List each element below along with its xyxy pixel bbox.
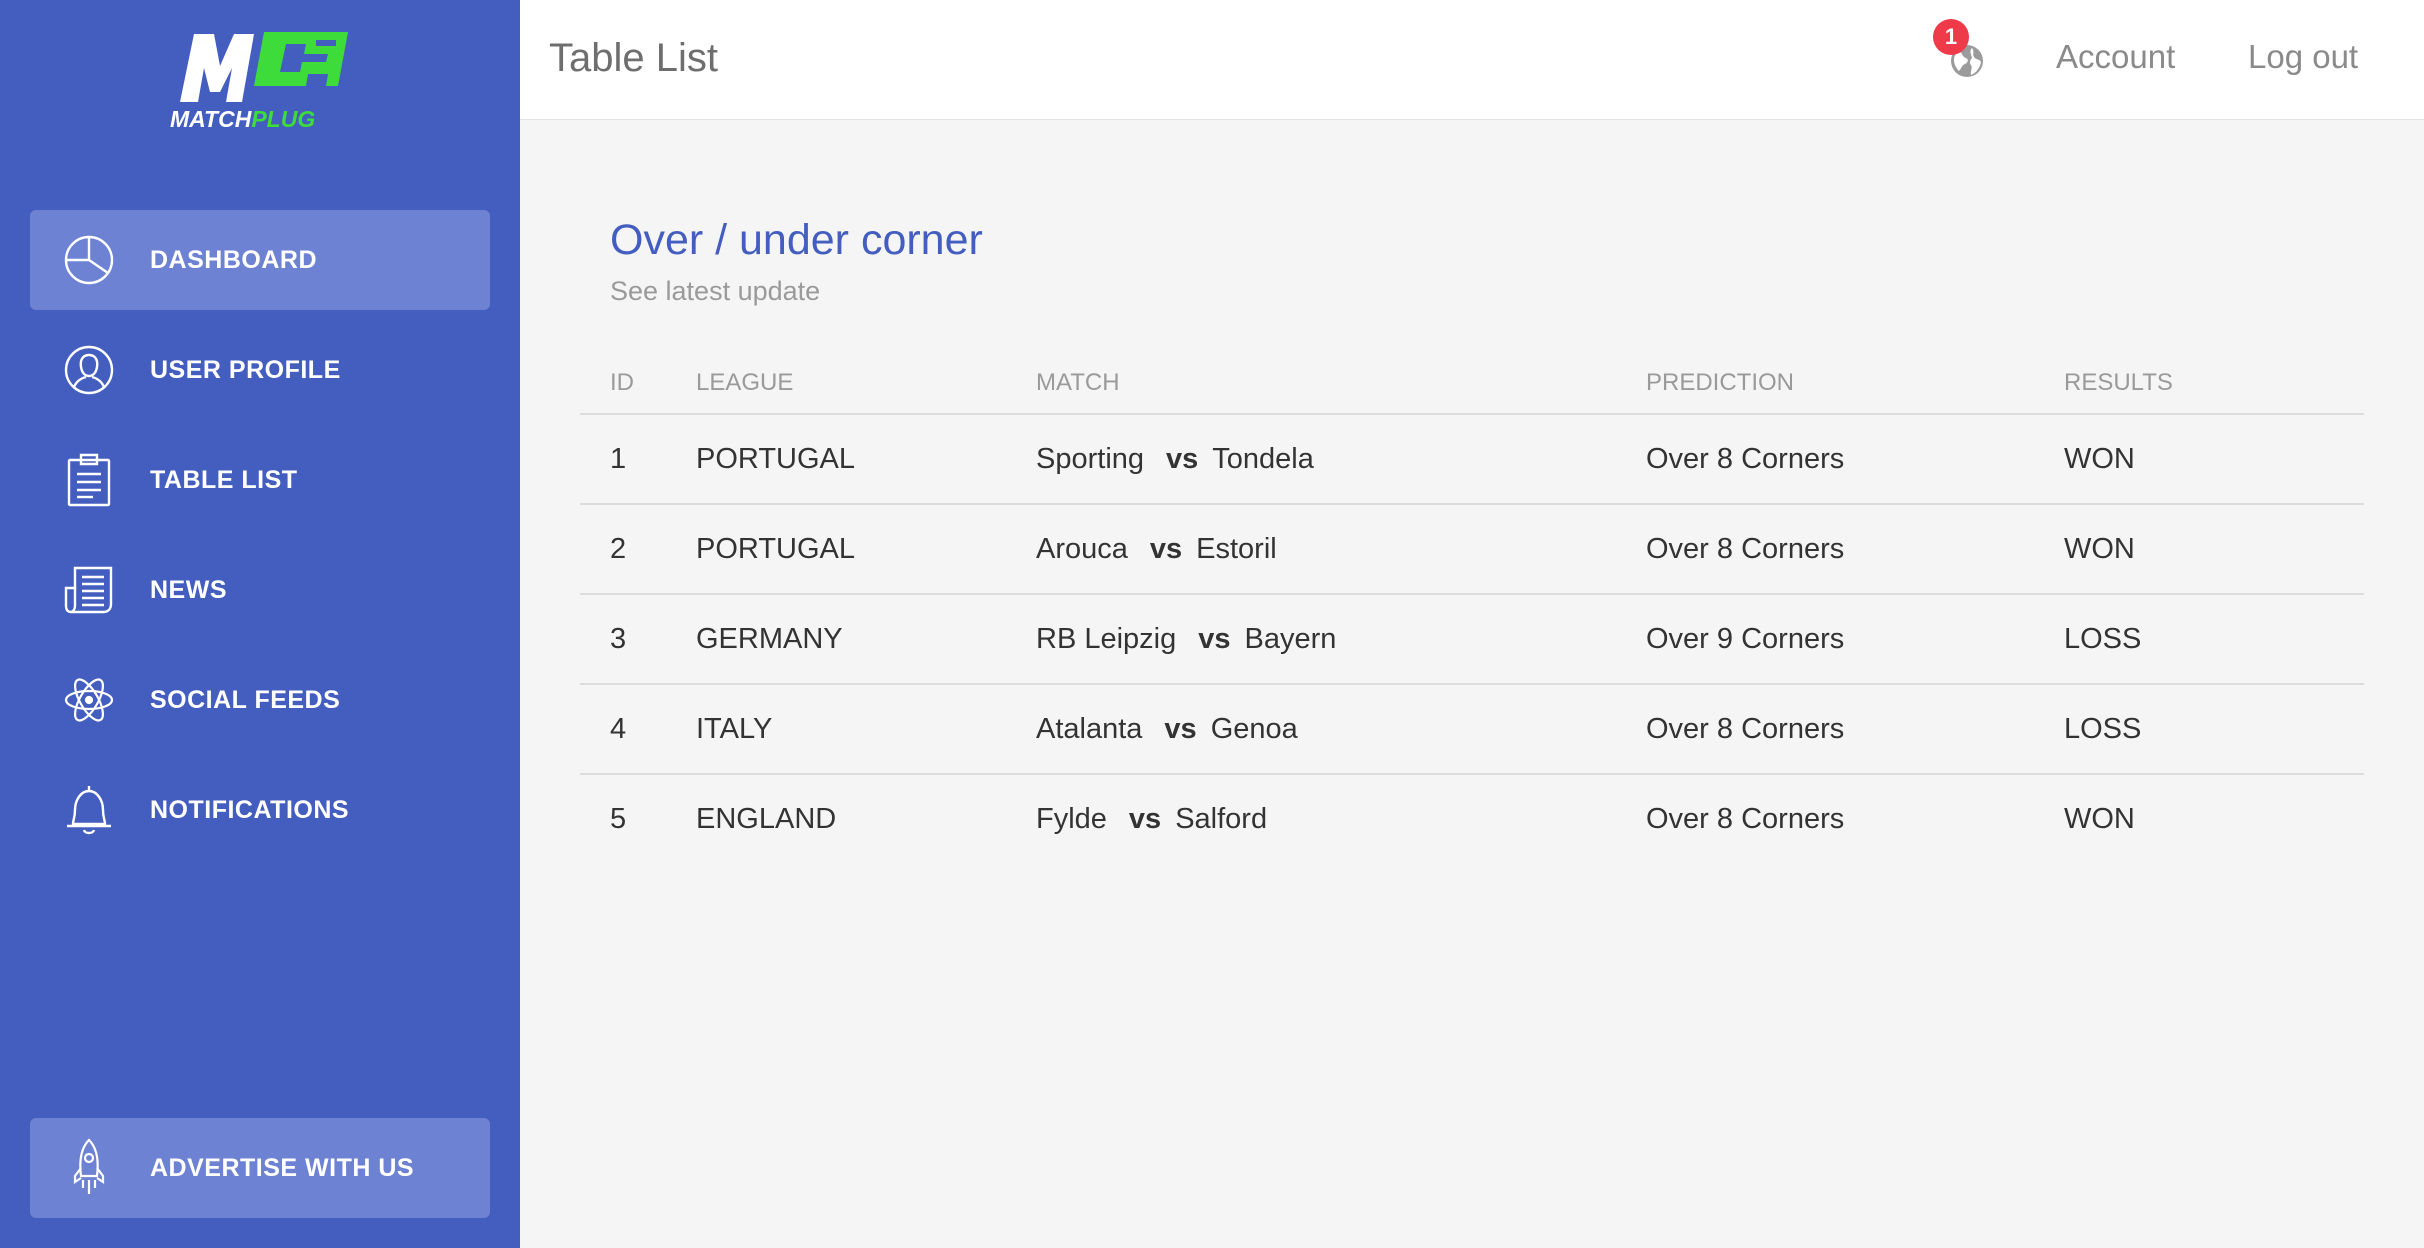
cell-league: GERMANY bbox=[696, 594, 1036, 685]
card-title: Over / under corner bbox=[610, 216, 983, 264]
cell-prediction: Over 8 Corners bbox=[1646, 803, 1845, 835]
sidebar-item-dashboard[interactable]: DASHBOARD bbox=[30, 210, 490, 310]
home-team: Fylde bbox=[1036, 803, 1107, 835]
table-row: 4 ITALY Atalanta vs Genoa Over 8 Corners L… bbox=[580, 684, 2364, 775]
user-icon bbox=[59, 340, 119, 400]
cell-id: 3 bbox=[580, 594, 696, 685]
home-team: Sporting bbox=[1036, 442, 1145, 475]
clipboard-icon bbox=[59, 450, 119, 510]
column-header-prediction: PREDICTION bbox=[1646, 352, 2064, 415]
card-subtitle: See latest update bbox=[610, 276, 821, 306]
cell-id: 4 bbox=[580, 684, 696, 775]
column-header-id: ID bbox=[580, 352, 696, 415]
sidebar-item-label: SOCIAL FEEDS bbox=[150, 685, 341, 714]
sidebar: MATCHPLUG DASHBOARD USER PROFILE TABLE L… bbox=[0, 0, 520, 1248]
matchplug-logo[interactable]: MATCHPLUG bbox=[168, 28, 354, 134]
top-bar: Table List 1 Account Log out bbox=[520, 0, 2424, 120]
cell-prediction: Over 8 Corners bbox=[1646, 684, 2064, 775]
sidebar-item-label: USER PROFILE bbox=[150, 355, 341, 384]
cell-match: Arouca vs Estoril bbox=[1036, 504, 1646, 595]
home-team: Atalanta bbox=[1036, 712, 1143, 745]
vs-label: vs bbox=[1166, 442, 1199, 475]
away-team: Tondela bbox=[1212, 442, 1314, 475]
notification-badge: 1 bbox=[1933, 19, 1969, 55]
vs-label: vs bbox=[1149, 532, 1183, 565]
cell-league: PORTUGAL bbox=[696, 504, 1036, 595]
table-row: 2 PORTUGAL Arouca vs Estoril Over 8 Corner… bbox=[580, 504, 2364, 595]
sidebar-item-label: NOTIFICATIONS bbox=[150, 795, 350, 824]
cell-league: PORTUGAL bbox=[696, 414, 1036, 505]
home-team: Arouca bbox=[1036, 532, 1128, 565]
home-team: RB Leipzig bbox=[1036, 622, 1177, 655]
table-row: 5 ENGLAND Fylde vs Salford Over 8 Corners … bbox=[580, 774, 2364, 864]
column-header-results: RESULTS bbox=[2064, 352, 2364, 415]
away-team: Genoa bbox=[1210, 712, 1298, 745]
cell-result: WON bbox=[2064, 414, 2364, 505]
cell-league: ENGLAND bbox=[696, 803, 837, 835]
main-content: Over / under corner See latest update ID… bbox=[520, 120, 2424, 1248]
cell-result: WON bbox=[2064, 504, 2364, 595]
advertise-button[interactable]: ADVERTISE WITH US bbox=[30, 1118, 490, 1218]
sidebar-item-label: NEWS bbox=[150, 575, 227, 604]
table-row: 3 GERMANY RB Leipzig vs Bayern Over 9 Corn… bbox=[580, 594, 2364, 685]
sidebar-item-user-profile[interactable]: USER PROFILE bbox=[30, 320, 490, 420]
atom-icon bbox=[59, 670, 119, 730]
away-team: Estoril bbox=[1196, 532, 1277, 565]
logo-word-match: MATCH bbox=[170, 106, 252, 132]
column-header-league: LEAGUE bbox=[696, 352, 1036, 415]
cell-league: ITALY bbox=[696, 684, 1036, 775]
logo-wordmark: MATCHPLUG bbox=[170, 106, 315, 133]
cell-prediction: Over 8 Corners bbox=[1646, 504, 2064, 595]
cell-id: 2 bbox=[580, 504, 696, 595]
sidebar-item-notifications[interactable]: NOTIFICATIONS bbox=[30, 760, 490, 860]
column-header-match: MATCH bbox=[1036, 352, 1646, 415]
predictions-table: ID LEAGUE MATCH PREDICTION RESULTS 1 POR… bbox=[580, 352, 2364, 864]
cell-match: Fylde vs Salford bbox=[1036, 774, 1646, 864]
vs-label: vs bbox=[1198, 622, 1231, 655]
cell-match: RB Leipzig vs Bayern bbox=[1036, 594, 1646, 685]
sidebar-nav: DASHBOARD USER PROFILE TABLE LIST NEWS S… bbox=[30, 210, 490, 870]
vs-label: vs bbox=[1128, 803, 1162, 835]
sidebar-item-social-feeds[interactable]: SOCIAL FEEDS bbox=[30, 650, 490, 750]
cell-result: LOSS bbox=[2064, 594, 2364, 685]
logo-mark-icon bbox=[180, 32, 348, 102]
sidebar-item-label: DASHBOARD bbox=[150, 245, 317, 274]
sidebar-item-label: TABLE LIST bbox=[150, 465, 298, 494]
page-title: Table List bbox=[549, 36, 718, 80]
account-link[interactable]: Account bbox=[2056, 38, 2175, 76]
bell-icon bbox=[59, 780, 119, 840]
cell-result: LOSS bbox=[2064, 684, 2364, 775]
sidebar-item-table-list[interactable]: TABLE LIST bbox=[30, 430, 490, 530]
advertise-label: ADVERTISE WITH US bbox=[150, 1153, 415, 1182]
cell-match: Atalanta vs Genoa bbox=[1036, 684, 1646, 775]
rocket-icon bbox=[59, 1138, 119, 1198]
cell-id: 1 bbox=[580, 414, 696, 505]
cell-match: Sporting vs Tondela bbox=[1036, 414, 1646, 505]
vs-label: vs bbox=[1164, 712, 1197, 745]
table-header-row: ID LEAGUE MATCH PREDICTION RESULTS bbox=[580, 352, 2364, 415]
logout-link[interactable]: Log out bbox=[2248, 38, 2358, 76]
away-team: Salford bbox=[1175, 803, 1268, 835]
cell-prediction: Over 9 Corners bbox=[1646, 594, 2064, 685]
logo-word-plug: PLUG bbox=[251, 106, 316, 132]
cell-id: 5 bbox=[610, 803, 627, 835]
sidebar-item-news[interactable]: NEWS bbox=[30, 540, 490, 640]
cell-result: WON bbox=[2064, 803, 2135, 835]
table-row: 1 PORTUGAL Sporting vs Tondela Over 8 Corn… bbox=[580, 414, 2364, 505]
newspaper-icon bbox=[59, 560, 119, 620]
pie-chart-icon bbox=[59, 230, 119, 290]
cell-prediction: Over 8 Corners bbox=[1646, 414, 2064, 505]
away-team: Bayern bbox=[1244, 622, 1337, 655]
